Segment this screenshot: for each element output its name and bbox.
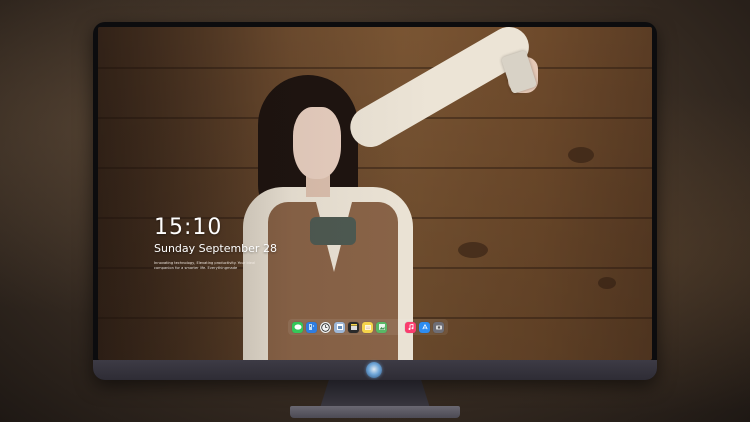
- monitor: 15:10 Sunday September 28 Innovating tec…: [93, 22, 657, 380]
- lock-clock: 15:10: [154, 215, 223, 240]
- monitor-base: [290, 406, 460, 418]
- photos-icon[interactable]: [376, 321, 387, 333]
- finder-icon[interactable]: [306, 321, 317, 333]
- monitor-chin: [93, 360, 657, 380]
- music-icon[interactable]: [405, 321, 416, 333]
- lock-date: Sunday September 28: [154, 242, 277, 255]
- lock-screen[interactable]: 15:10 Sunday September 28 Innovating tec…: [98, 27, 652, 360]
- clapper-icon[interactable]: [348, 321, 359, 333]
- messages-icon[interactable]: [292, 321, 303, 333]
- monitor-stand: [320, 380, 430, 408]
- clock-icon[interactable]: [320, 321, 331, 333]
- monitor-logo-icon: [366, 362, 382, 378]
- lock-tagline: Innovating technology, Elevating product…: [154, 261, 256, 270]
- camera-icon[interactable]: [433, 321, 444, 333]
- preview-icon[interactable]: [334, 321, 345, 333]
- app-store-icon[interactable]: [419, 321, 430, 333]
- notes-icon[interactable]: [362, 321, 373, 333]
- dock: [288, 319, 448, 335]
